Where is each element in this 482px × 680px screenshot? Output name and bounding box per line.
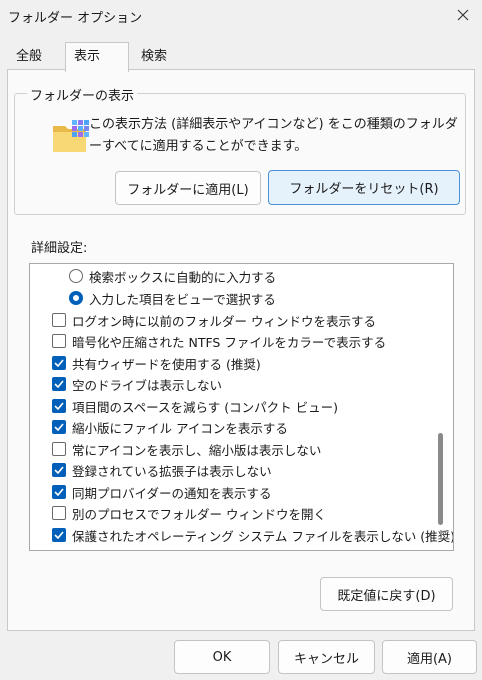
checkbox[interactable]: [52, 463, 66, 477]
apply-to-folders-button[interactable]: フォルダーに適用(L): [115, 171, 261, 205]
scrollbar-thumb[interactable]: [438, 433, 443, 525]
item-label: 空のドライブは表示しない: [72, 377, 223, 393]
list-item[interactable]: 空のドライブは表示しない: [52, 373, 222, 395]
list-item[interactable]: 登録されている拡張子は表示しない: [52, 459, 272, 481]
ok-button[interactable]: OK: [174, 640, 270, 674]
item-label: ログオン時に以前のフォルダー ウィンドウを表示する: [72, 313, 376, 329]
radio-button[interactable]: [69, 269, 83, 283]
item-label: 常にアイコンを表示し、縮小版は表示しない: [72, 442, 322, 458]
checkbox[interactable]: [52, 377, 66, 391]
cancel-button[interactable]: キャンセル: [278, 640, 375, 674]
tab-search[interactable]: 検索: [133, 46, 175, 70]
list-item[interactable]: 入力した項目をビューで選択する: [69, 287, 276, 309]
advanced-settings-list[interactable]: 検索ボックスに自動的に入力する 入力した項目をビューで選択する ログオン時に以前…: [29, 263, 454, 551]
close-icon[interactable]: [452, 4, 474, 26]
list-item[interactable]: ログオン時に以前のフォルダー ウィンドウを表示する: [52, 309, 376, 331]
advanced-settings-label: 詳細設定:: [31, 241, 88, 256]
checkbox[interactable]: [52, 334, 66, 348]
apply-button[interactable]: 適用(A): [382, 640, 477, 674]
list-item[interactable]: 検索ボックスに自動的に入力する: [69, 265, 276, 287]
checkmark-icon: [54, 488, 64, 496]
list-item[interactable]: 項目間のスペースを減らす (コンパクト ビュー): [52, 395, 338, 417]
window-title: フォルダー オプション: [8, 11, 143, 26]
checkmark-icon: [54, 531, 64, 539]
item-label: 暗号化や圧縮された NTFS ファイルをカラーで表示する: [72, 334, 387, 350]
folder-view-legend: フォルダーの表示: [27, 85, 138, 104]
checkbox[interactable]: [52, 442, 66, 456]
tab-bar: 全般 表示 検索: [0, 42, 482, 72]
folder-view-icon: [52, 118, 92, 154]
list-item[interactable]: 同期プロバイダーの通知を表示する: [52, 481, 272, 503]
list-item[interactable]: 共有ウィザードを使用する (推奨): [52, 352, 261, 374]
reset-folders-button[interactable]: フォルダーをリセット(R): [268, 170, 460, 205]
item-label: 別のプロセスでフォルダー ウィンドウを開く: [72, 506, 326, 522]
list-item[interactable]: 暗号化や圧縮された NTFS ファイルをカラーで表示する: [52, 330, 386, 352]
checkmark-icon: [54, 466, 64, 474]
item-label: 項目間のスペースを減らす (コンパクト ビュー): [72, 399, 338, 415]
list-item[interactable]: 縮小版にファイル アイコンを表示する: [52, 416, 288, 438]
checkbox[interactable]: [52, 528, 66, 542]
item-label: 共有ウィザードを使用する (推奨): [72, 356, 261, 372]
item-label: 縮小版にファイル アイコンを表示する: [72, 420, 288, 436]
tab-view[interactable]: 表示: [65, 42, 129, 72]
tab-general[interactable]: 全般: [8, 46, 50, 70]
item-label: 入力した項目をビューで選択する: [89, 291, 276, 307]
radio-button[interactable]: [69, 291, 83, 305]
checkmark-icon: [54, 423, 64, 431]
checkbox[interactable]: [52, 399, 66, 413]
list-item[interactable]: 別のプロセスでフォルダー ウィンドウを開く: [52, 502, 326, 524]
checkbox[interactable]: [52, 356, 66, 370]
checkbox[interactable]: [52, 506, 66, 520]
folder-view-description: この表示方法 (詳細表示やアイコンなど) をこの種類のフォルダーすべてに適用する…: [89, 117, 458, 154]
checkbox[interactable]: [52, 420, 66, 434]
item-label: 登録されている拡張子は表示しない: [72, 463, 272, 479]
item-label: 検索ボックスに自動的に入力する: [89, 269, 277, 285]
list-item[interactable]: 保護されたオペレーティング システム ファイルを表示しない (推奨): [52, 524, 454, 546]
checkbox[interactable]: [52, 485, 66, 499]
title-bar: フォルダー オプション: [0, 0, 482, 32]
item-label: 同期プロバイダーの通知を表示する: [72, 485, 272, 501]
checkmark-icon: [54, 380, 64, 388]
checkmark-icon: [54, 359, 64, 367]
checkbox[interactable]: [52, 313, 66, 327]
item-label: 保護されたオペレーティング システム ファイルを表示しない (推奨): [72, 528, 454, 544]
checkmark-icon: [54, 402, 64, 410]
list-item[interactable]: 常にアイコンを表示し、縮小版は表示しない: [52, 438, 321, 460]
restore-defaults-button[interactable]: 既定値に戻す(D): [320, 577, 453, 611]
